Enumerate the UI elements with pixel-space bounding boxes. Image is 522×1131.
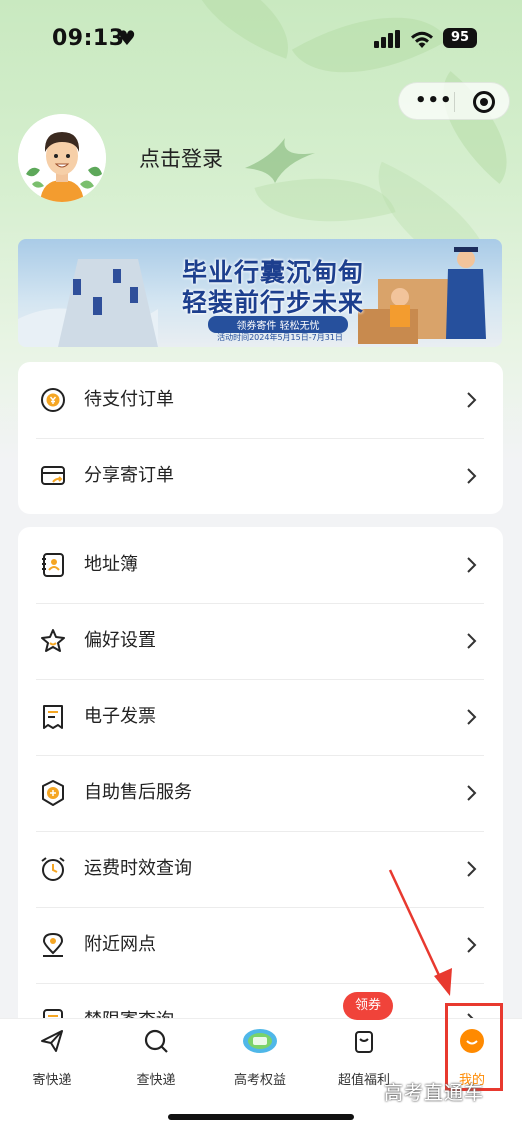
close-target-icon[interactable] (473, 91, 495, 113)
banner-date: 活动时间2024年5月15日-7月31日 (217, 333, 343, 342)
signal-icon (374, 30, 400, 48)
menu-item-address-book[interactable]: 地址簿 (18, 527, 503, 603)
menu-item-label: 自助售后服务 (84, 782, 192, 803)
star-icon (41, 629, 65, 652)
menu-item-label: 附近网点 (84, 934, 156, 955)
more-icon[interactable]: ••• (415, 92, 453, 110)
chevron-right-icon (467, 468, 477, 484)
banner-subtitle: 领券寄件 轻松无忧 (208, 316, 348, 333)
location-pin-icon (42, 932, 64, 957)
chevron-right-icon (467, 557, 477, 573)
menu-item-label: 地址簿 (84, 554, 138, 575)
alarm-clock-icon (41, 857, 65, 881)
menu-item-label: 电子发票 (84, 706, 156, 727)
gift-bag-icon (355, 1031, 373, 1053)
menu-item-label: 待支付订单 (84, 389, 174, 410)
share-card-icon (41, 466, 65, 485)
tab-send-express[interactable]: 寄快递 (0, 1019, 104, 1099)
yen-circle-icon (41, 388, 65, 412)
wifi-icon (411, 31, 433, 48)
status-time: 09:13 (52, 26, 125, 51)
status-bar: 09:13 ♥ 95 (0, 0, 522, 80)
home-indicator (168, 1114, 354, 1120)
menu-item-label: 分享寄订单 (84, 465, 174, 486)
avatar-illustration (18, 114, 106, 202)
address-book-icon (42, 553, 64, 577)
battery-indicator: 95 (443, 28, 477, 48)
chevron-right-icon (467, 633, 477, 649)
login-link[interactable]: 点击登录 (139, 143, 223, 173)
tab-label: 寄快递 (32, 1073, 72, 1088)
orders-card: 待支付订单 分享寄订单 (18, 362, 503, 514)
after-sales-shield-icon (42, 780, 64, 806)
chevron-right-icon (467, 709, 477, 725)
red-arrow-icon (388, 869, 452, 996)
gaokao-badge-icon (243, 1029, 277, 1053)
search-icon (144, 1029, 168, 1053)
chevron-right-icon (467, 392, 477, 408)
tab-label: 查快递 (136, 1073, 176, 1088)
menu-item-e-invoice[interactable]: 电子发票 (18, 679, 503, 755)
tab-track-express[interactable]: 查快递 (104, 1019, 208, 1099)
tab-label: 高考权益 (233, 1073, 286, 1088)
menu-item-share-orders[interactable]: 分享寄订单 (18, 438, 503, 514)
banner-title-line2: 轻装前行步未来 (181, 288, 364, 317)
tab-gaokao-benefits[interactable]: 高考权益 (208, 1019, 312, 1099)
menu-item-label: 运费时效查询 (84, 858, 192, 879)
heart-icon: ♥ (118, 26, 136, 50)
chevron-right-icon (467, 861, 477, 877)
send-plane-icon (41, 1030, 63, 1052)
coupon-badge[interactable]: 领券 (343, 992, 393, 1020)
avatar[interactable] (18, 114, 106, 202)
chevron-right-icon (467, 937, 477, 953)
invoice-icon (43, 705, 63, 729)
miniprogram-capsule[interactable]: ••• (398, 82, 510, 120)
menu-item-label: 偏好设置 (84, 630, 156, 651)
menu-item-after-sales[interactable]: 自助售后服务 (18, 755, 503, 831)
chevron-right-icon (467, 785, 477, 801)
swallow-icon (245, 138, 315, 183)
watermark: 高考直通车 (384, 1082, 485, 1104)
menu-item-preferences[interactable]: 偏好设置 (18, 603, 503, 679)
menu-item-pending-payment[interactable]: 待支付订单 (18, 362, 503, 438)
promo-banner[interactable]: 毕业行囊沉甸甸 轻装前行步未来 领券寄件 轻松无忧 活动时间2024年5月15日… (18, 239, 502, 347)
